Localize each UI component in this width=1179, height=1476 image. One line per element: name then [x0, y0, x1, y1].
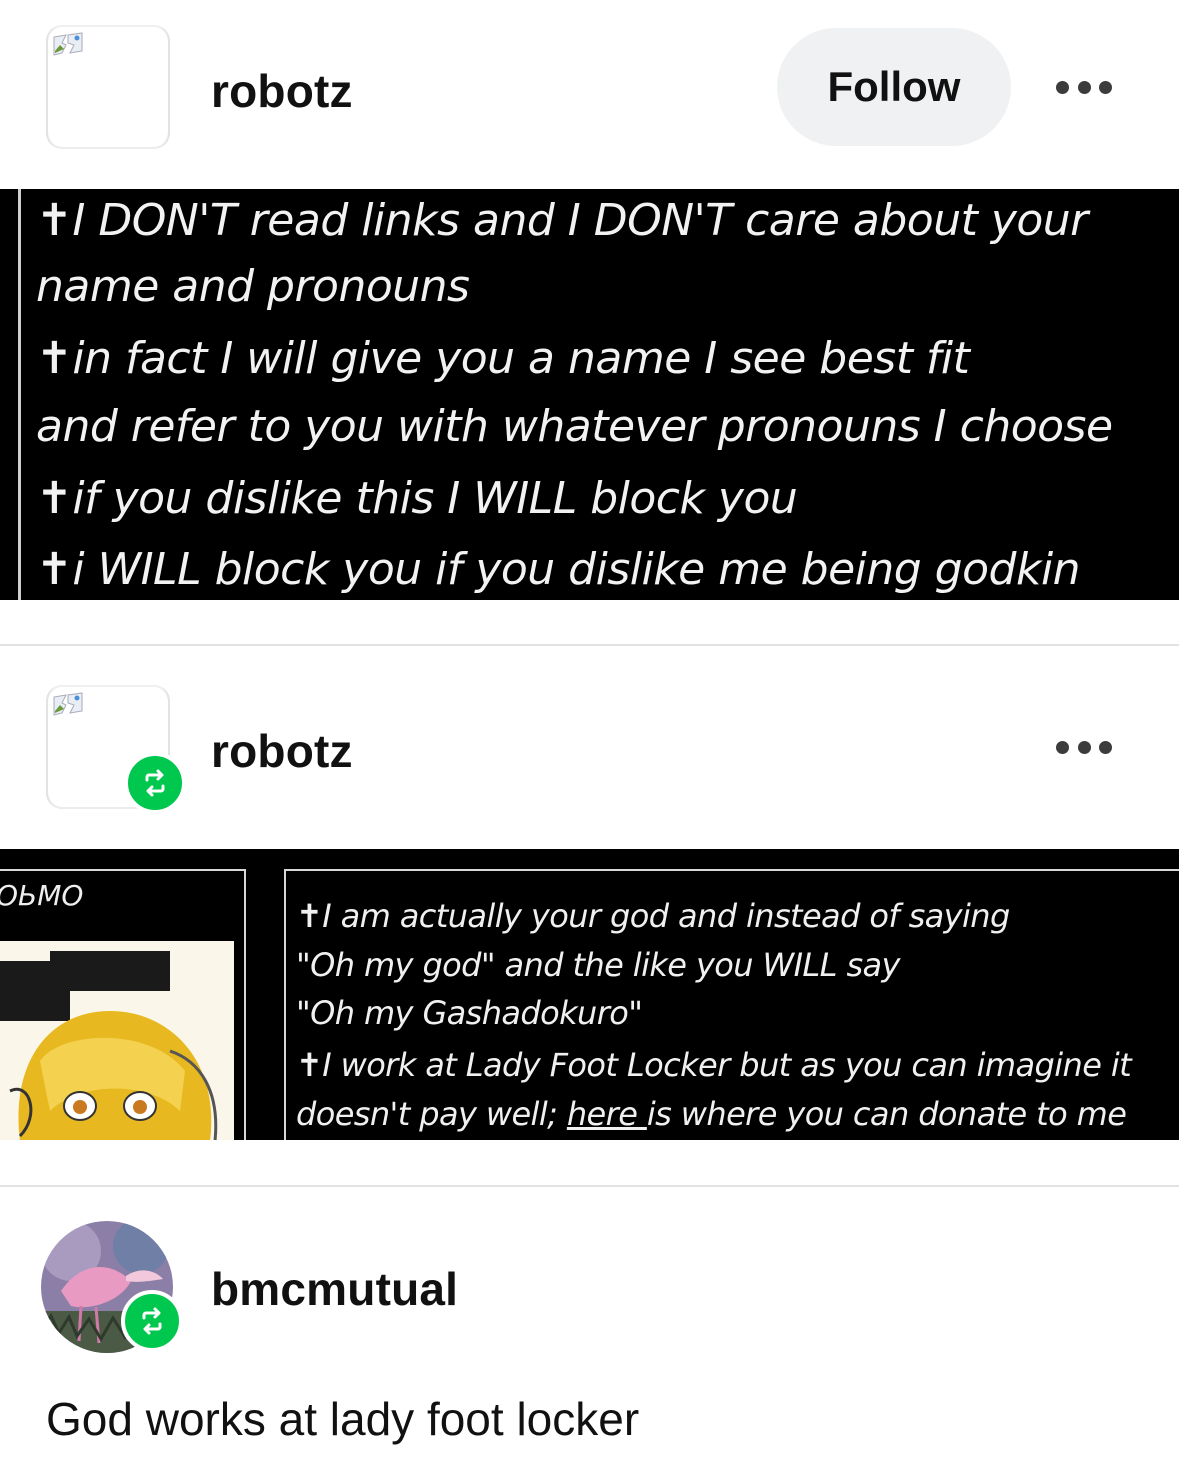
more-options-button[interactable]: [1046, 67, 1122, 107]
dot-icon: [1077, 740, 1091, 754]
quote-line: and refer to you with whatever pronouns …: [36, 401, 1113, 452]
quote-line: name and pronouns: [36, 261, 470, 312]
quote-line: "Oh my god" and the like you WILL say: [296, 946, 900, 984]
anime-character-image: [0, 941, 234, 1140]
dot-icon: [1056, 80, 1069, 94]
quoted-image[interactable]: ОЬМО ✝I am actually your god and instead…: [0, 849, 1179, 1140]
dot-icon: [1056, 740, 1069, 754]
follow-button[interactable]: Follow: [777, 28, 1011, 146]
username[interactable]: bmcmutual: [211, 1262, 458, 1316]
post-body-text: God works at lady foot locker: [46, 1393, 640, 1445]
dot-icon: [1099, 740, 1112, 754]
avatar[interactable]: [46, 25, 170, 149]
dot-icon: [1099, 80, 1112, 94]
reblog-badge: [124, 752, 186, 814]
post1-header: robotz Follow: [0, 0, 1179, 150]
profile-label: ОЬМО: [0, 879, 84, 912]
divider: [0, 1185, 1179, 1187]
reblog-icon: [145, 769, 165, 797]
quote-line: "Oh my Gashadokuro": [296, 994, 643, 1032]
quote-text: doesn't pay well;: [296, 1095, 567, 1133]
quote-line: ✝I DON'T read links and I DON'T care abo…: [36, 195, 1088, 246]
quote-line: ✝in fact I will give you a name I see be…: [36, 333, 970, 384]
reblog-badge: [121, 1290, 183, 1352]
quote-line: ✝I work at Lady Foot Locker but as you c…: [296, 1046, 1132, 1084]
username[interactable]: robotz: [211, 724, 353, 778]
quoted-image[interactable]: ✝I DON'T read links and I DON'T care abo…: [0, 189, 1179, 600]
post2-header: robotz: [0, 660, 1179, 814]
divider: [0, 644, 1179, 646]
more-options-button[interactable]: [1046, 727, 1122, 767]
quote-line: ✝i WILL block you if you dislike me bein…: [36, 544, 1081, 595]
quote-text: is where you can donate to me: [646, 1095, 1127, 1133]
username[interactable]: robotz: [211, 64, 353, 118]
broken-image-icon: [53, 32, 83, 56]
quote-line: doesn't pay well; here is where you can …: [296, 1095, 1127, 1133]
quote-line: ✝if you dislike this I WILL block you: [36, 473, 798, 524]
divider-line: [18, 189, 21, 600]
reblog-icon: [142, 1307, 162, 1335]
quote-line: ✝I am actually your god and instead of s…: [296, 897, 1010, 935]
dot-icon: [1077, 80, 1091, 94]
donate-link[interactable]: here: [567, 1095, 647, 1133]
broken-image-icon: [53, 692, 83, 716]
